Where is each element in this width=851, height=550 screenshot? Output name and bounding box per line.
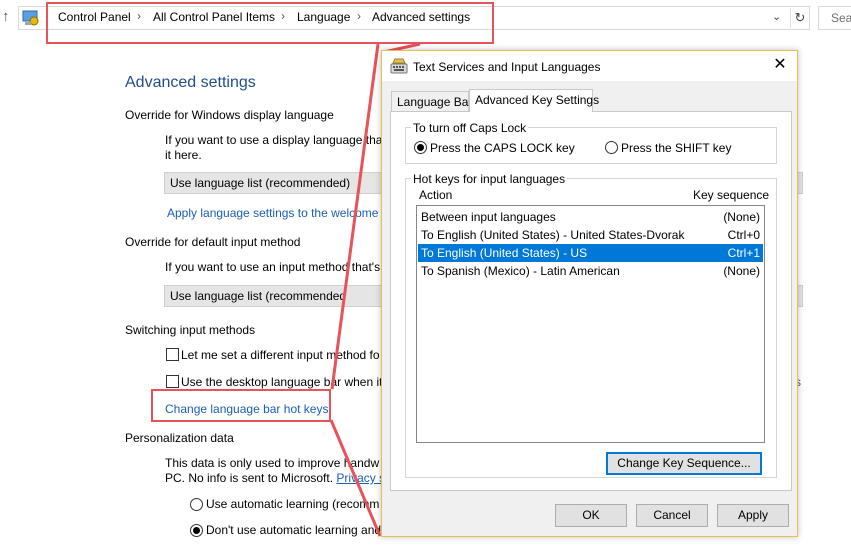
list-item[interactable]: To English (United States) - United Stat…: [418, 226, 763, 244]
cancel-button[interactable]: Cancel: [636, 504, 708, 527]
col-header-key-sequence: Key sequence: [693, 188, 770, 202]
hotkeys-listbox[interactable]: Between input languages (None) To Englis…: [416, 205, 765, 443]
list-item-action: To English (United States) - United Stat…: [421, 228, 685, 242]
list-item-key: (None): [723, 210, 760, 224]
change-key-sequence-button[interactable]: Change Key Sequence...: [606, 452, 762, 475]
callout-line-bottom: [329, 419, 382, 537]
list-item-key: (None): [723, 264, 760, 278]
hotkeys-group-label: Hot keys for input languages: [411, 172, 568, 186]
caps-lock-key-label: Press the CAPS LOCK key: [430, 141, 575, 155]
ok-button[interactable]: OK: [555, 504, 627, 527]
callout-line-left: [330, 43, 380, 390]
caps-lock-key-radio[interactable]: [414, 141, 427, 154]
dialog-title: Text Services and Input Languages: [413, 60, 601, 74]
list-item[interactable]: Between input languages (None): [418, 208, 763, 226]
col-header-action: Action: [419, 188, 453, 202]
keyboard-icon: [390, 58, 408, 74]
list-item-action: To English (United States) - US: [421, 246, 588, 260]
tab-advanced-key-settings[interactable]: Advanced Key Settings: [469, 89, 599, 112]
tab-language-bar[interactable]: Language Bar: [391, 91, 472, 112]
list-item[interactable]: To Spanish (Mexico) - Latin American (No…: [418, 262, 763, 280]
shift-key-label: Press the SHIFT key: [621, 141, 732, 155]
caps-lock-group-label: To turn off Caps Lock: [411, 121, 529, 135]
dialog-title-bar[interactable]: Text Services and Input Languages ✕: [382, 51, 797, 81]
list-item-key: Ctrl+0: [727, 228, 760, 242]
text-services-dialog: Text Services and Input Languages ✕ Lang…: [381, 50, 798, 537]
tab-panel: To turn off Caps Lock Press the CAPS LOC…: [390, 111, 792, 491]
apply-button[interactable]: Apply: [717, 504, 789, 527]
list-item-action: To Spanish (Mexico) - Latin American: [421, 264, 620, 278]
close-icon[interactable]: ✕: [771, 56, 789, 74]
list-item-key: Ctrl+1: [727, 246, 760, 260]
shift-key-radio[interactable]: [605, 141, 618, 154]
list-item-action: Between input languages: [421, 210, 556, 224]
list-item-selected[interactable]: To English (United States) - US Ctrl+1: [418, 244, 763, 262]
